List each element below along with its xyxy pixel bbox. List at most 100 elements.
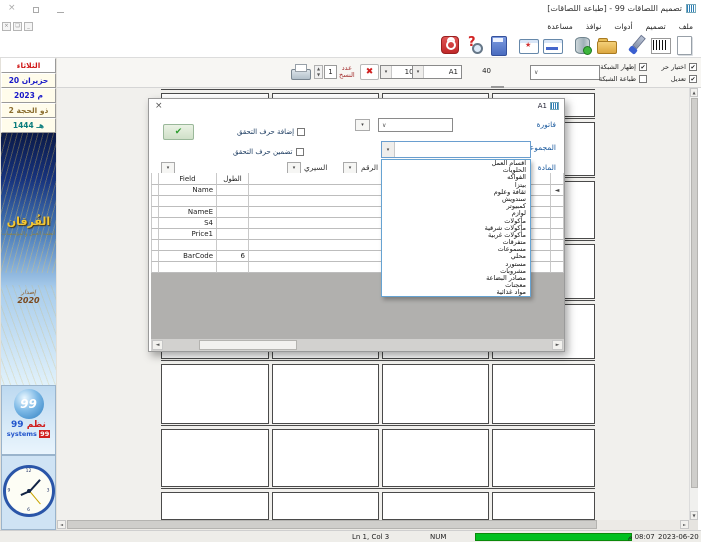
mdi-close-icon[interactable]: × [2, 22, 11, 31]
open-folder-icon[interactable] [595, 34, 617, 56]
progress-bar [475, 533, 632, 541]
label-cell[interactable] [382, 429, 489, 487]
design-brush-icon[interactable] [625, 34, 647, 56]
invoice-dropdown-button[interactable]: ▾ [355, 119, 370, 131]
calculator-icon[interactable] [487, 34, 509, 56]
field-cell: BarCode [159, 251, 217, 262]
label-cell[interactable] [272, 492, 379, 520]
dropdown-item[interactable]: الفواكه [382, 174, 530, 181]
weekday-label: الثلاثاء [1, 58, 56, 73]
show-grid-row[interactable]: إظهار الشبكة [603, 61, 647, 73]
label-cell[interactable] [492, 492, 595, 520]
field-cell: S4 [159, 218, 217, 229]
barcode-field-dialog: × A1 فاتورة ∨ ▾ المجموعة ▾ المادة الرقم … [148, 98, 565, 352]
add-check-char-row[interactable]: إضافة حرف التحقق [237, 128, 305, 136]
dialog-horizontal-scrollbar[interactable]: ◄ ► [151, 339, 564, 351]
dialog-scroll-thumb[interactable] [199, 340, 297, 350]
mdi-restore-icon[interactable]: ❏ [13, 22, 22, 31]
row-selector-cell [551, 229, 564, 240]
row-header-cell [151, 240, 159, 251]
card-blue-icon[interactable] [541, 34, 563, 56]
scroll-right-icon[interactable]: ► [552, 340, 563, 350]
dropdown-item[interactable]: مواد غذائية [382, 289, 530, 296]
chevron-down-icon[interactable]: ▾ [382, 142, 395, 157]
edit-checkbox[interactable] [689, 75, 697, 83]
scroll-down-icon[interactable]: ▼ [690, 511, 698, 520]
minimize-window-icon[interactable] [57, 12, 64, 13]
scroll-left-icon[interactable]: ◄ [57, 520, 66, 529]
free-select-row[interactable]: اختيار حر [651, 61, 697, 73]
add-check-char-checkbox[interactable] [297, 128, 305, 136]
copies-stepper[interactable]: ▲▼ [314, 65, 323, 79]
field-cell [159, 262, 217, 273]
menu-item-تصميم[interactable]: تصميم [646, 21, 666, 33]
new-document-icon[interactable] [673, 34, 695, 56]
barcode-badge-icon [550, 102, 559, 110]
field-cell [159, 196, 217, 207]
scroll-right-icon[interactable]: ► [680, 520, 689, 529]
app-icon [686, 4, 696, 13]
row-header-cell [151, 251, 159, 262]
label-cell[interactable] [272, 364, 379, 424]
delete-label-button[interactable]: ✖ [360, 64, 379, 80]
item-label: المادة [538, 163, 556, 172]
number-label: الرقم [361, 163, 378, 172]
free-select-checkbox[interactable] [689, 63, 697, 71]
menu-item-نوافذ[interactable]: نوافذ [586, 21, 602, 33]
scroll-up-icon[interactable]: ▲ [690, 88, 698, 97]
database-refresh-icon[interactable] [571, 34, 593, 56]
mdi-minimize-icon[interactable]: _ [24, 22, 33, 31]
close-window-icon[interactable]: × [8, 4, 16, 13]
help-search-icon[interactable] [463, 34, 485, 56]
label-cell[interactable] [161, 492, 269, 520]
print-icon[interactable] [288, 62, 312, 82]
dropdown-item[interactable]: مسموعات [382, 246, 530, 253]
label-cell[interactable] [492, 429, 595, 487]
include-check-char-checkbox[interactable] [296, 148, 304, 156]
furqan-logo-panel: الفُرقان أنظمة العمل والمؤسسات إصدار 202… [1, 133, 56, 385]
group-combo[interactable]: ▾ [381, 141, 531, 158]
vertical-scroll-thumb[interactable] [691, 98, 698, 488]
row-selector-cell [551, 207, 564, 218]
menu-bar: ملف تصميم أدوات نوافذ مساعدة × ❏ _ [0, 20, 701, 33]
invoice-label: فاتورة [537, 120, 556, 129]
label-row-separator [161, 360, 595, 361]
card-red-icon[interactable] [517, 34, 539, 56]
dropdown-item[interactable]: كمبيوتر [382, 203, 530, 210]
menu-item-مساعدة[interactable]: مساعدة [547, 21, 572, 33]
label-cell[interactable] [382, 364, 489, 424]
chevron-down-icon[interactable]: ▾ [381, 66, 392, 78]
label-cell[interactable] [161, 429, 269, 487]
print-grid-checkbox[interactable] [639, 75, 647, 83]
edit-row[interactable]: تعديل [651, 73, 697, 85]
length-cell [217, 229, 249, 240]
cell-combo[interactable]: ▾ A1 [412, 65, 462, 79]
print-grid-row[interactable]: طباعة الشبكة [603, 73, 647, 85]
invoice-combo[interactable]: ∨ [378, 118, 453, 132]
label-cell[interactable] [161, 364, 269, 424]
include-check-char-row[interactable]: تضمين حرف التحقق [233, 148, 304, 156]
chevron-down-icon[interactable]: ▾ [413, 66, 424, 78]
cursor-position: Ln 1, Col 3 [352, 533, 389, 541]
vertical-scrollbar[interactable]: ▲ ▼ [689, 88, 698, 520]
label-cell[interactable] [272, 429, 379, 487]
show-grid-checkbox[interactable] [639, 63, 647, 71]
menu-item-أدوات[interactable]: أدوات [614, 21, 632, 33]
scroll-left-icon[interactable]: ◄ [152, 340, 163, 350]
horizontal-scroll-thumb[interactable] [67, 520, 597, 529]
menu-item-ملف[interactable]: ملف [679, 21, 693, 33]
row-header-cell [151, 207, 159, 218]
app-window: تصميم اللصاقات 99 - [طباعة اللصاقات] × م… [0, 0, 701, 542]
label-cell[interactable] [492, 364, 595, 424]
dialog-close-icon[interactable]: × [155, 101, 163, 111]
release-label: إصدار [1, 289, 56, 296]
label-cell[interactable] [382, 492, 489, 520]
template-combo[interactable]: ∨ [530, 65, 600, 80]
exit-icon[interactable] [439, 34, 461, 56]
num-lock-indicator: NUM [430, 533, 446, 541]
horizontal-scrollbar[interactable]: ◄ ► [57, 520, 689, 530]
barcode-icon[interactable] [649, 34, 671, 56]
confirm-button[interactable]: ✔ [163, 124, 194, 140]
copies-value[interactable]: 1 [324, 65, 337, 79]
restore-window-icon[interactable] [33, 7, 39, 13]
